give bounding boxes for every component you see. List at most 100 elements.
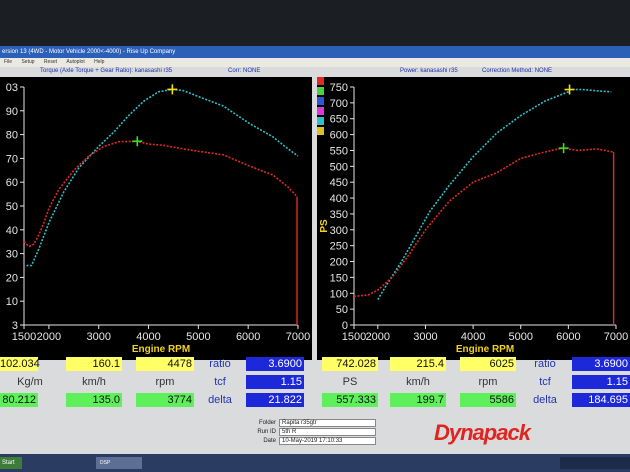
system-tray xyxy=(560,457,630,469)
left-ratio-value: 3.6900 xyxy=(246,357,304,371)
power-chart-y-tick-label: 100 xyxy=(330,288,348,300)
left-readout-bottom: 80.212 135.0 3774 delta 21.822 xyxy=(0,393,312,409)
left-rpm-cursor: 3774 xyxy=(136,393,194,407)
folder-label: Folder xyxy=(258,420,276,426)
window-titlebar: ersion 13 (4WD - Motor Vehicle 2000<-400… xyxy=(0,46,630,58)
right-readout-bottom: 557.333 199.7 5586 delta 184.695 xyxy=(318,393,630,409)
left-chart-corr: Corr: NONE xyxy=(228,68,261,74)
torque-chart-x-tick-label: 2000 xyxy=(37,331,61,343)
swatch-blue[interactable] xyxy=(317,97,324,105)
power-chart-y-tick-label: 650 xyxy=(330,114,348,126)
power-chart-cyan-series xyxy=(377,88,612,301)
torque-chart-cyan-series xyxy=(26,88,299,267)
taskbar-program[interactable]: DSP xyxy=(96,457,142,469)
swatch-green[interactable] xyxy=(317,87,324,95)
left-readout-units: Kg/m km/h rpm tcf 1.15 xyxy=(0,375,312,391)
left-torque-cursor: 80.212 xyxy=(0,393,38,407)
date-label: Date xyxy=(263,438,276,444)
power-chart-x-tick-label: 2000 xyxy=(366,331,390,343)
menu-autoplot[interactable]: Autoplot xyxy=(66,59,84,65)
power-chart-y-tick-label: 150 xyxy=(330,272,348,284)
left-chart-title: Torque (Axle Torque + Gear Ratio): kanas… xyxy=(40,68,173,74)
power-chart-x-axis-label: Engine RPM xyxy=(456,344,514,355)
torque-chart-x-tick-label: 5000 xyxy=(186,331,210,343)
left-unit-torque: Kg/m xyxy=(17,376,43,388)
power-chart-x-tick-label: 3000 xyxy=(413,331,437,343)
torque-chart-y-tick-label: 03 xyxy=(6,82,18,94)
swatch-magenta[interactable] xyxy=(317,107,324,115)
folder-field[interactable]: Rapita r35gtr xyxy=(279,419,376,427)
right-speed-peak: 215.4 xyxy=(390,357,446,371)
left-delta-label: delta xyxy=(208,394,232,406)
runid-field[interactable]: 5th R xyxy=(279,428,376,436)
power-chart-y-tick-label: 250 xyxy=(330,241,348,253)
torque-chart-y-tick-label: 80 xyxy=(6,130,18,142)
runid-label: Run ID xyxy=(257,429,276,435)
power-chart-y-tick-label: 200 xyxy=(330,257,348,269)
start-button[interactable]: Start xyxy=(0,457,22,469)
power-chart-x-tick-label: 7000 xyxy=(604,331,628,343)
right-tcf-label: tcf xyxy=(539,376,551,388)
power-chart-y-axis-label: PS xyxy=(319,219,330,233)
power-chart-y-tick-label: 750 xyxy=(330,82,348,94)
left-tcf-value: 1.15 xyxy=(246,375,304,389)
left-unit-rpm: rpm xyxy=(155,376,175,388)
menu-bar: File Setup Reset Autoplot Help xyxy=(0,58,630,67)
right-ratio-value: 3.6900 xyxy=(572,357,630,371)
right-power-cursor: 557.333 xyxy=(322,393,378,407)
swatch-orange[interactable] xyxy=(317,127,324,135)
menu-help[interactable]: Help xyxy=(94,59,104,65)
taskbar: Start DSP xyxy=(0,454,630,472)
right-readout-units: PS km/h rpm tcf 1.15 xyxy=(318,375,630,391)
torque-chart-red-series xyxy=(23,140,298,248)
run-info: Folder Rapita r35gtr Run ID 5th R Date 1… xyxy=(250,419,380,446)
right-speed-cursor: 199.7 xyxy=(390,393,446,407)
dyno-screen: ersion 13 (4WD - Motor Vehicle 2000<-400… xyxy=(0,46,630,472)
torque-chart-y-tick-label: 10 xyxy=(6,296,18,308)
date-field[interactable]: 10-May-2019 17:10:33 xyxy=(279,437,376,445)
series-swatches xyxy=(317,77,325,137)
power-chart-y-tick-label: 550 xyxy=(330,145,348,157)
menu-file[interactable]: File xyxy=(4,59,12,65)
right-delta-label: delta xyxy=(533,394,557,406)
torque-chart-x-tick-label: 4000 xyxy=(136,331,160,343)
swatch-cyan[interactable] xyxy=(317,117,324,125)
power-chart-y-tick-label: 400 xyxy=(330,193,348,205)
torque-chart-x-axis-label: Engine RPM xyxy=(132,344,190,355)
torque-chart-y-tick-label: 60 xyxy=(6,177,18,189)
swatch-red[interactable] xyxy=(317,77,324,85)
left-torque-peak: 102.034 xyxy=(0,357,40,371)
torque-chart-y-tick-label: 40 xyxy=(6,225,18,237)
power-chart-y-tick-label: 450 xyxy=(330,177,348,189)
left-speed-cursor: 135.0 xyxy=(66,393,122,407)
window-title: ersion 13 (4WD - Motor Vehicle 2000<-400… xyxy=(2,49,176,55)
dynapack-logo: Dynapack xyxy=(434,420,531,445)
left-unit-speed: km/h xyxy=(82,376,106,388)
torque-chart-x-tick-label: 3000 xyxy=(86,331,110,343)
torque-chart: 3 10 20 30 40 50 60 70 80 90 03 1500 2000 3000 4000 500… xyxy=(0,77,312,360)
menu-reset[interactable]: Reset xyxy=(44,59,57,65)
left-tcf-label: tcf xyxy=(214,376,226,388)
torque-chart-x-tick-label: 1500 xyxy=(12,331,36,343)
power-chart-x-tick-label: 4000 xyxy=(461,331,485,343)
right-rpm-peak: 6025 xyxy=(460,357,516,371)
right-delta-value: 184.695 xyxy=(572,393,630,407)
right-readout-top: 742.028 215.4 6025 ratio 3.6900 xyxy=(318,357,630,373)
power-chart-x-tick-label: 1500 xyxy=(342,331,366,343)
right-ratio-label: ratio xyxy=(534,358,556,370)
menu-setup[interactable]: Setup xyxy=(21,59,34,65)
right-unit-rpm: rpm xyxy=(478,376,498,388)
right-chart-corr: Correction Method: NONE xyxy=(482,68,553,74)
left-delta-value: 21.822 xyxy=(246,393,304,407)
torque-chart-x-tick-label: 6000 xyxy=(236,331,260,343)
left-speed-peak: 160.1 xyxy=(66,357,122,371)
right-rpm-cursor: 5586 xyxy=(460,393,516,407)
power-chart-svg: 0501001502002503003504004505005506006507… xyxy=(319,82,628,355)
power-chart-y-tick-label: 300 xyxy=(330,225,348,237)
power-chart: 0 50 100 150 200 250 300 350 400 450 500 550 600 650 7… xyxy=(317,77,630,360)
torque-chart-svg: 3102030405060708090031500 2000 3000 4000 500… xyxy=(6,82,310,355)
right-unit-power: PS xyxy=(342,376,358,388)
power-chart-y-tick-label: 50 xyxy=(336,304,348,316)
left-rpm-peak: 4478 xyxy=(136,357,194,371)
torque-chart-y-tick-label: 70 xyxy=(6,153,18,165)
